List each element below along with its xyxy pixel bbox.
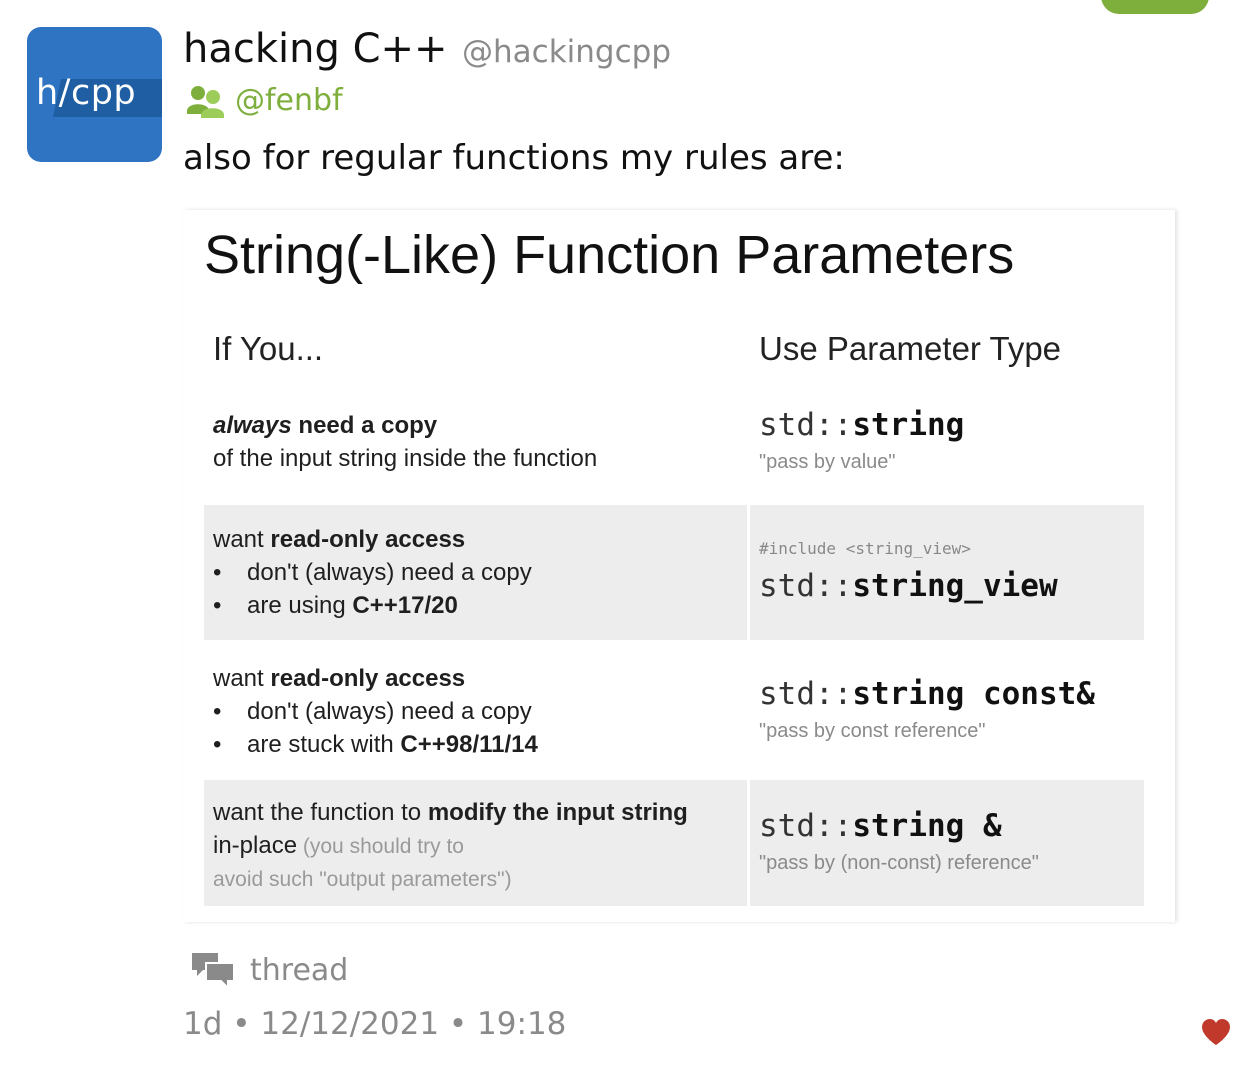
row-text: C++17/20 xyxy=(352,592,458,619)
include-directive: #include <string_view> xyxy=(759,539,971,558)
row-type: std::string & "pass by (non-const) refer… xyxy=(759,808,1139,875)
code-text: std:: xyxy=(759,808,853,844)
row-bullet: don't (always) need a copy xyxy=(213,695,733,728)
author-line: hacking C++ @hackingcpp xyxy=(183,26,671,72)
row-text: always xyxy=(213,412,292,439)
thread-link[interactable]: thread xyxy=(190,950,348,990)
row-bullet: don't (always) need a copy xyxy=(213,556,733,589)
row-text: are using xyxy=(247,592,353,619)
row-type: #include <string_view> std::string_view xyxy=(759,539,1139,604)
table-row: want the function to modify the input st… xyxy=(204,780,1144,906)
row-text: are stuck with xyxy=(247,731,401,758)
table-row: want read-only access don't (always) nee… xyxy=(204,505,1144,640)
row-condition: want the function to modify the input st… xyxy=(213,796,733,896)
code-text: string const& xyxy=(852,676,1095,712)
code-text: string xyxy=(852,407,965,443)
row-text-muted: avoid such "output parameters") xyxy=(213,868,512,891)
row-text: want the function to xyxy=(213,799,428,826)
column-header-right: Use Parameter Type xyxy=(759,330,1062,367)
code-text: std:: xyxy=(759,407,853,443)
code-text: std:: xyxy=(759,676,853,712)
code-text: string_view xyxy=(852,568,1058,604)
status-text: also for regular functions my rules are: xyxy=(183,138,845,178)
avatar[interactable]: h/cpp xyxy=(27,27,162,162)
type-note: "pass by (non-const) reference" xyxy=(759,852,1039,874)
column-header-left: If You... xyxy=(213,330,324,367)
top-pill-button[interactable] xyxy=(1101,0,1209,14)
booster-handle[interactable]: @fenbf xyxy=(235,83,343,118)
row-type: std::string "pass by value" xyxy=(759,407,1139,474)
type-note: "pass by value" xyxy=(759,451,896,473)
author-name[interactable]: hacking C++ xyxy=(183,26,448,72)
row-text-muted: (you should try to xyxy=(297,835,464,858)
code-text: std:: xyxy=(759,568,853,604)
row-text: need a copy xyxy=(291,412,438,439)
type-note: "pass by const reference" xyxy=(759,720,986,742)
row-text: read-only access xyxy=(270,526,466,553)
row-text: of the input string inside the function xyxy=(213,445,598,472)
table-row: always need a copy of the input string i… xyxy=(204,405,1144,505)
row-text: modify the input string xyxy=(427,799,688,826)
attachment-title: String(-Like) Function Parameters xyxy=(204,225,1015,285)
avatar-logo-text: h/cpp xyxy=(36,73,137,113)
row-text: C++98/11/14 xyxy=(400,731,538,758)
booster-line: @fenbf xyxy=(183,78,343,122)
row-divider xyxy=(747,505,750,640)
chat-bubbles-icon xyxy=(192,953,235,990)
media-attachment[interactable]: String(-Like) Function Parameters If You… xyxy=(183,210,1175,922)
row-condition: always need a copy of the input string i… xyxy=(213,409,733,475)
thread-label: thread xyxy=(250,952,349,988)
heart-icon[interactable] xyxy=(1201,1018,1231,1046)
row-condition: want read-only access don't (always) nee… xyxy=(213,523,733,622)
row-divider xyxy=(747,780,750,906)
row-text: read-only access xyxy=(270,665,466,692)
code-text: string & xyxy=(852,808,1002,844)
row-text: in-place xyxy=(213,832,298,859)
table-row: want read-only access don't (always) nee… xyxy=(204,640,1144,780)
author-handle[interactable]: @hackingcpp xyxy=(462,34,671,70)
post-meta-timestamp[interactable]: 1d • 12/12/2021 • 19:18 xyxy=(183,1006,566,1042)
row-text: want xyxy=(213,665,271,692)
row-condition: want read-only access don't (always) nee… xyxy=(213,662,733,761)
row-type: std::string const& "pass by const refere… xyxy=(759,676,1139,743)
users-icon xyxy=(187,86,224,118)
row-text: want xyxy=(213,526,271,553)
